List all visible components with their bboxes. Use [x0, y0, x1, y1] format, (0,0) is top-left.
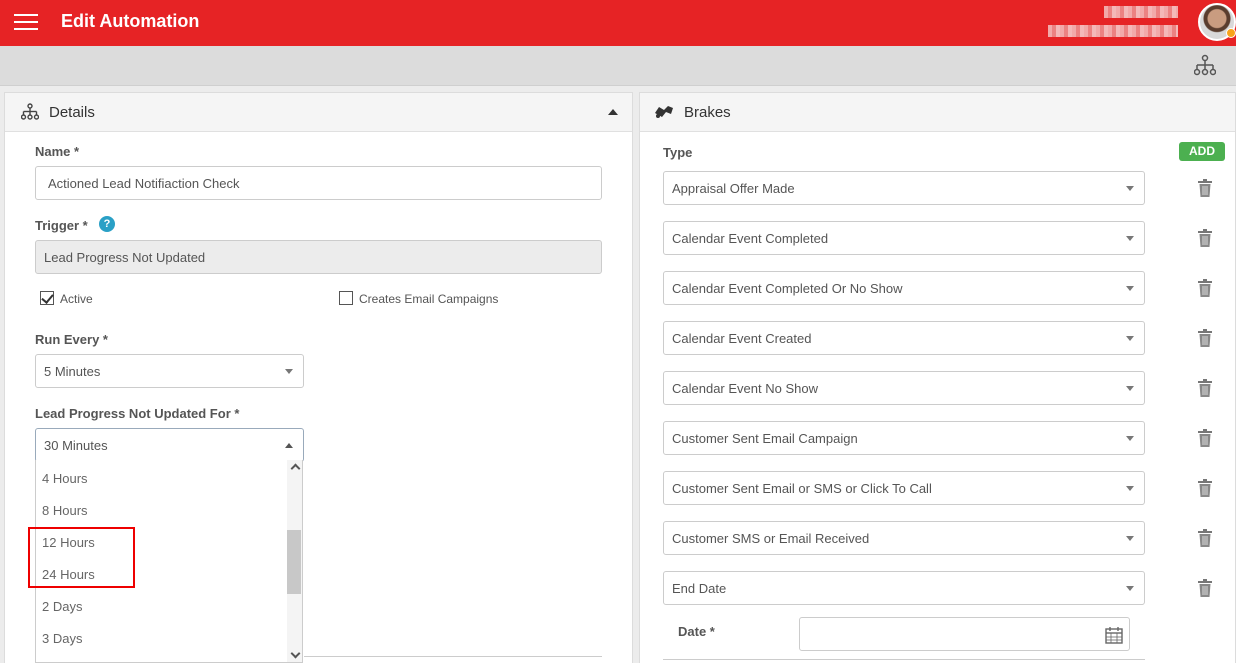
- details-title: Details: [49, 104, 95, 121]
- active-label: Active: [60, 292, 93, 306]
- top-bar: Edit Automation: [0, 0, 1236, 46]
- not-updated-label: Lead Progress Not Updated For *: [35, 406, 240, 421]
- brake-type-select[interactable]: Calendar Event Completed Or No Show: [663, 271, 1145, 305]
- brake-type-select[interactable]: Calendar Event Created: [663, 321, 1145, 355]
- dropdown-option[interactable]: 4 Hours: [42, 471, 88, 486]
- brake-type-select[interactable]: Calendar Event Completed: [663, 221, 1145, 255]
- add-button[interactable]: ADD: [1179, 142, 1225, 161]
- name-value: Actioned Lead Notifiaction Check: [48, 175, 240, 191]
- status-dot: [1226, 28, 1236, 38]
- brake-type-select[interactable]: Customer Sent Email or SMS or Click To C…: [663, 471, 1145, 505]
- dropdown-option[interactable]: 8 Hours: [42, 503, 88, 518]
- trash-icon[interactable]: [1198, 379, 1212, 397]
- toolbar: [0, 46, 1236, 86]
- brake-type-select[interactable]: Appraisal Offer Made: [663, 171, 1145, 205]
- chevron-down-icon: [1126, 536, 1134, 541]
- run-every-select[interactable]: 5 Minutes: [35, 354, 304, 388]
- brakes-panel-header: Brakes: [640, 93, 1235, 132]
- name-input[interactable]: Actioned Lead Notifiaction Check: [35, 166, 602, 200]
- trash-icon[interactable]: [1198, 179, 1212, 197]
- brake-type-value: Calendar Event No Show: [672, 380, 818, 396]
- brake-type-select[interactable]: Customer Sent Email Campaign: [663, 421, 1145, 455]
- brake-type-value: Customer SMS or Email Received: [672, 530, 870, 546]
- trash-icon[interactable]: [1198, 479, 1212, 497]
- trash-icon[interactable]: [1198, 229, 1212, 247]
- scroll-down-icon[interactable]: [290, 648, 301, 659]
- brake-type-value: Calendar Event Completed Or No Show: [672, 280, 903, 296]
- trigger-label: Trigger *: [35, 218, 88, 233]
- page-title: Edit Automation: [61, 11, 200, 31]
- help-icon[interactable]: ?: [99, 216, 115, 232]
- chevron-down-icon: [1126, 286, 1134, 291]
- brake-type-value: Calendar Event Created: [672, 330, 812, 346]
- trigger-select: Lead Progress Not Updated: [35, 240, 602, 274]
- run-every-label: Run Every *: [35, 332, 108, 347]
- name-label: Name *: [35, 144, 80, 159]
- trash-icon[interactable]: [1198, 579, 1212, 597]
- trigger-value: Lead Progress Not Updated: [44, 249, 206, 265]
- car-icon: [655, 106, 673, 118]
- creates-email-label: Creates Email Campaigns: [359, 292, 499, 306]
- sitemap-icon[interactable]: [1194, 54, 1216, 78]
- sitemap-icon: [21, 103, 39, 120]
- chevron-down-icon: [1126, 236, 1134, 241]
- active-checkbox[interactable]: [40, 291, 54, 305]
- scrollbar-thumb[interactable]: [287, 530, 301, 594]
- brake-type-value: Calendar Event Completed: [672, 230, 829, 246]
- brake-type-value: Customer Sent Email or SMS or Click To C…: [672, 480, 932, 496]
- dropdown-option[interactable]: 3 Days: [42, 631, 82, 646]
- not-updated-select[interactable]: 30 Minutes: [35, 428, 304, 462]
- field-border-bottom: [663, 659, 1145, 660]
- chevron-down-icon: [1126, 486, 1134, 491]
- brake-type-value: Appraisal Offer Made: [672, 180, 795, 196]
- not-updated-value: 30 Minutes: [44, 437, 108, 453]
- brake-type-select[interactable]: Calendar Event No Show: [663, 371, 1145, 405]
- chevron-down-icon: [285, 369, 293, 374]
- trash-icon[interactable]: [1198, 529, 1212, 547]
- hamburger-menu-icon[interactable]: [14, 12, 38, 32]
- creates-email-checkbox[interactable]: [339, 291, 353, 305]
- brake-type-value: End Date: [672, 580, 727, 596]
- chevron-down-icon: [1126, 436, 1134, 441]
- type-label: Type: [663, 145, 693, 160]
- trash-icon[interactable]: [1198, 279, 1212, 297]
- field-border-bottom: [304, 656, 602, 657]
- user-name-blurred: [1104, 6, 1178, 18]
- brakes-title: Brakes: [684, 104, 731, 121]
- scroll-up-icon[interactable]: [290, 463, 301, 474]
- dropdown-option[interactable]: 2 Days: [42, 599, 82, 614]
- chevron-down-icon: [1126, 586, 1134, 591]
- run-every-value: 5 Minutes: [44, 363, 101, 379]
- collapse-arrow-icon[interactable]: [608, 109, 618, 115]
- brake-type-value: Customer Sent Email Campaign: [672, 430, 858, 446]
- highlight-annotation-box: [28, 527, 135, 588]
- details-panel-header[interactable]: Details: [5, 93, 632, 132]
- date-input[interactable]: [799, 617, 1130, 651]
- dropdown-scrollbar[interactable]: [287, 460, 302, 662]
- calendar-icon[interactable]: [1105, 626, 1123, 644]
- chevron-down-icon: [1126, 386, 1134, 391]
- brake-type-select[interactable]: Customer SMS or Email Received: [663, 521, 1145, 555]
- chevron-down-icon: [1126, 186, 1134, 191]
- chevron-up-icon: [285, 443, 293, 448]
- brake-type-select[interactable]: End Date: [663, 571, 1145, 605]
- trash-icon[interactable]: [1198, 329, 1212, 347]
- chevron-down-icon: [1126, 336, 1134, 341]
- date-label: Date *: [678, 624, 715, 639]
- user-email-blurred: [1048, 25, 1178, 37]
- trash-icon[interactable]: [1198, 429, 1212, 447]
